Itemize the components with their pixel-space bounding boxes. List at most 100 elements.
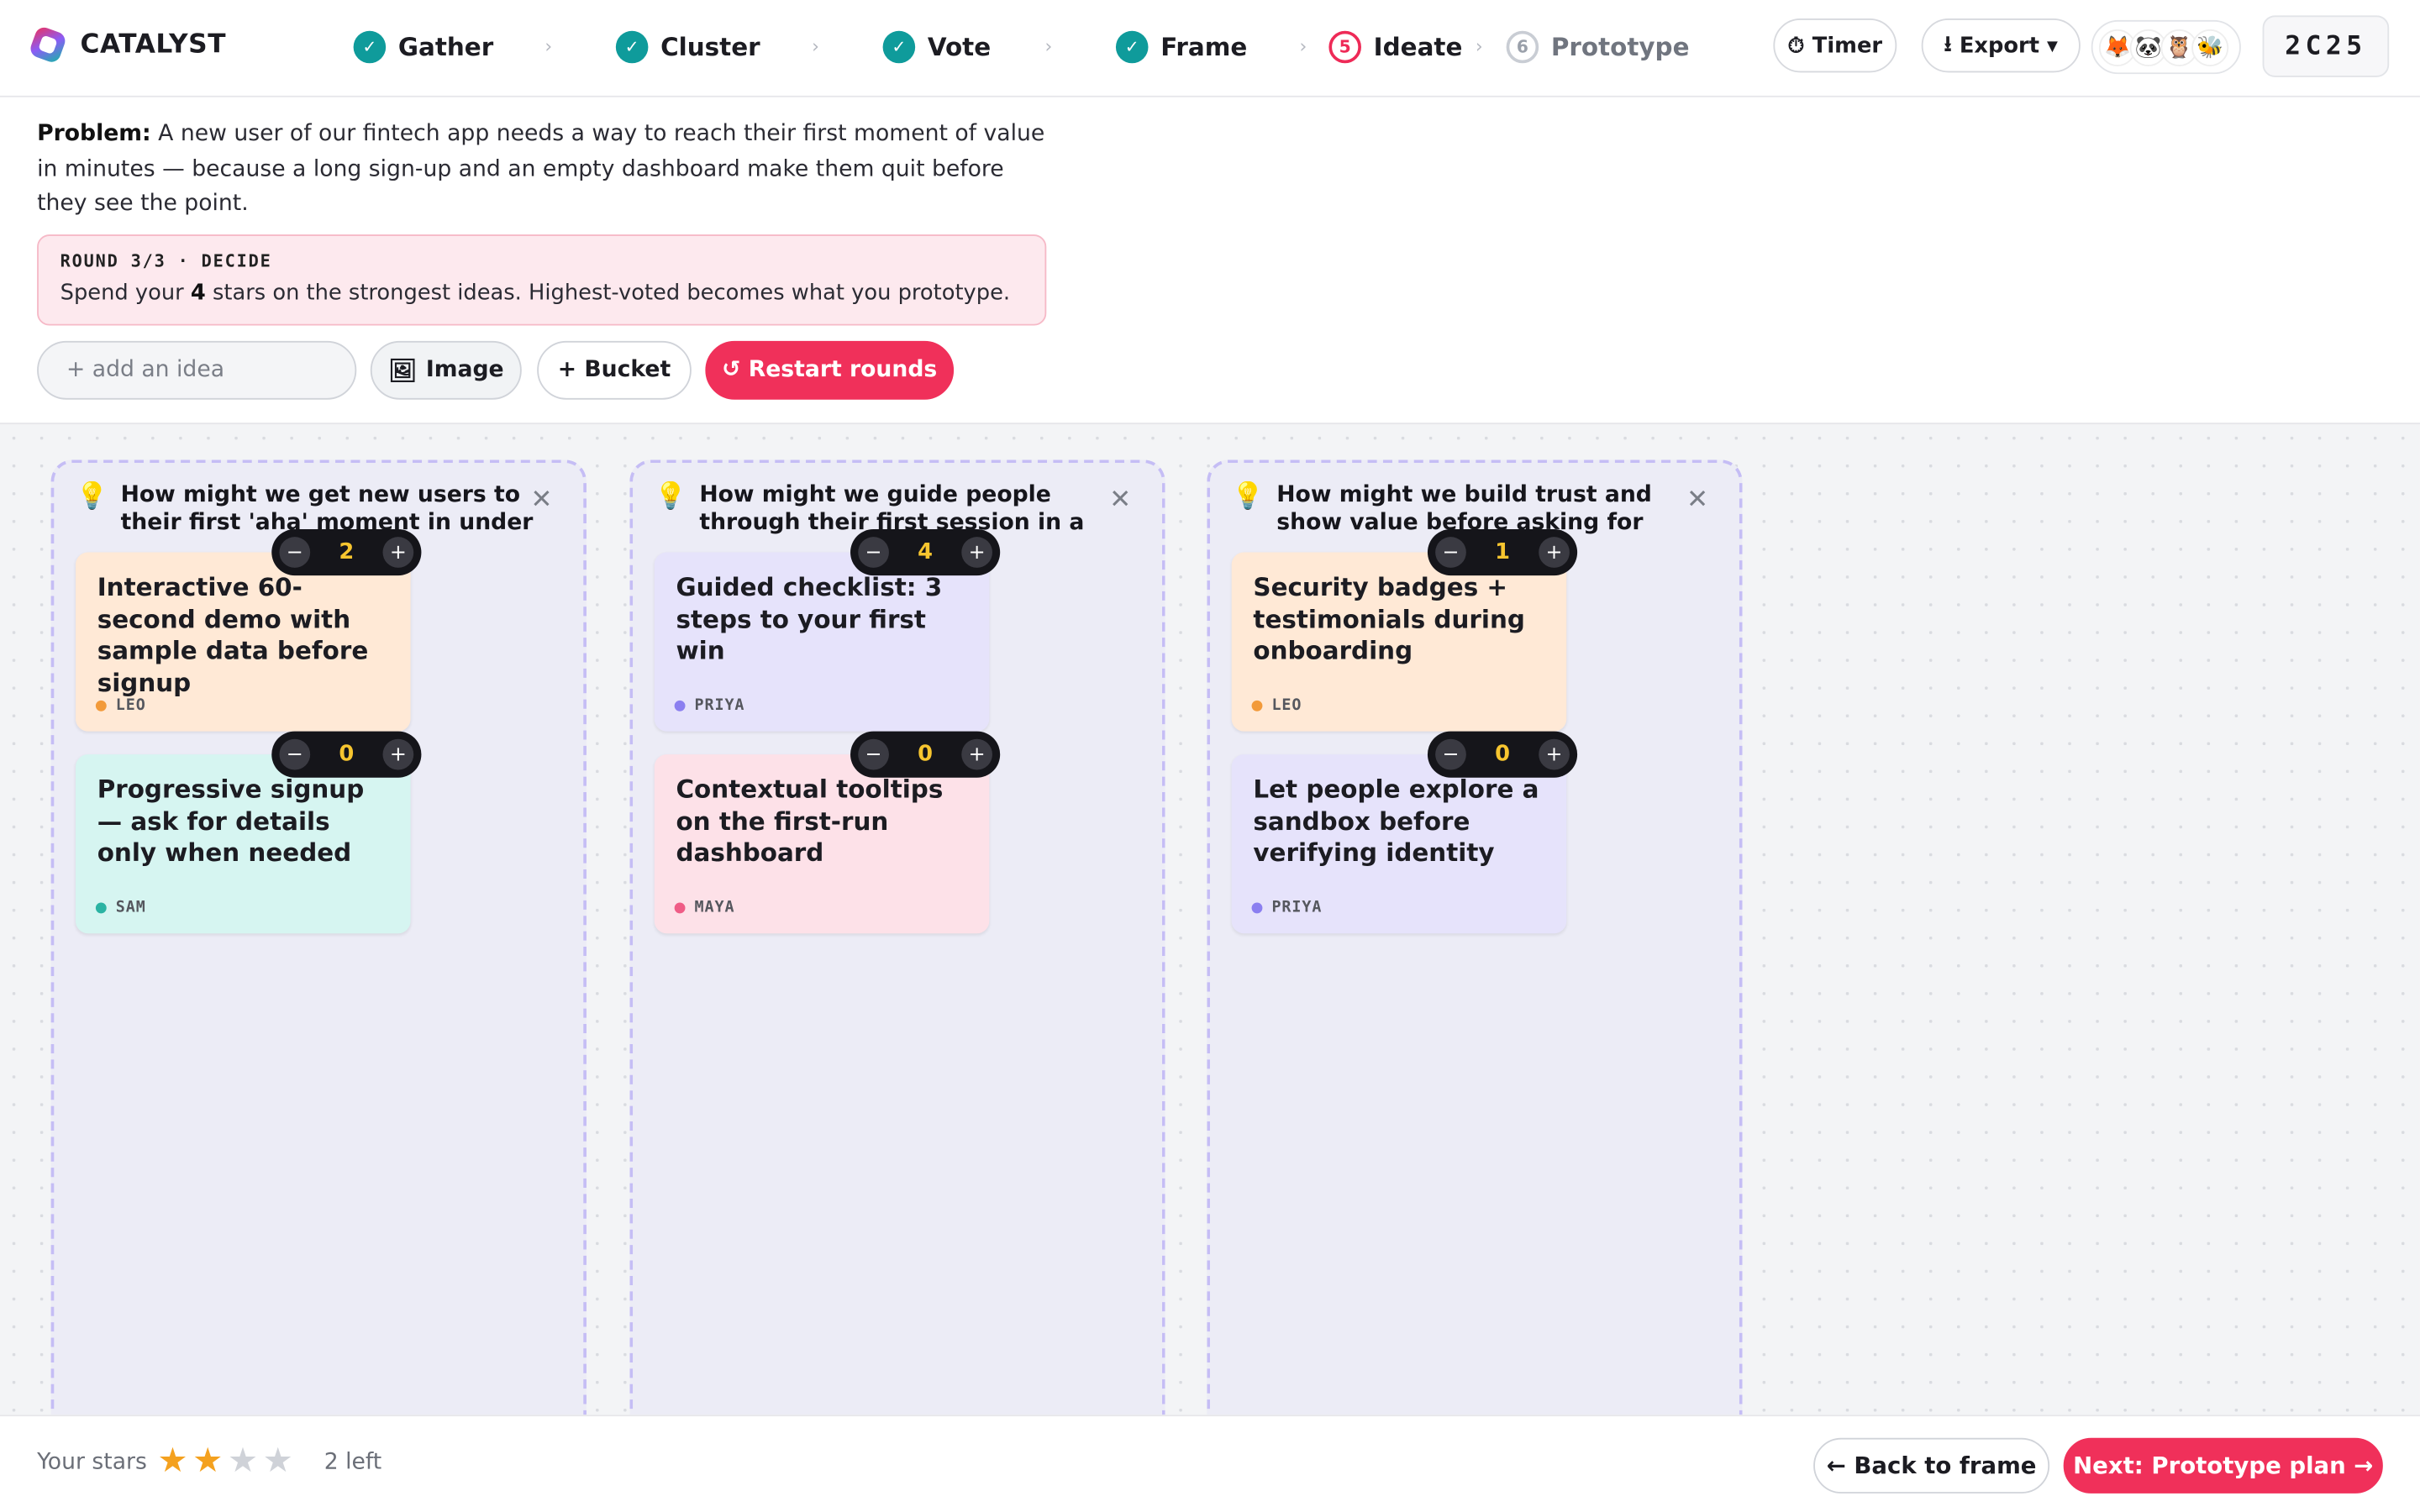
- author-dot: [674, 902, 686, 914]
- add-idea-input[interactable]: [37, 340, 357, 400]
- step-cluster[interactable]: ✓ Cluster: [615, 30, 760, 64]
- bucket-title[interactable]: How might we get new users to their firs…: [121, 481, 539, 534]
- bucket-header: 💡 How might we build trust and show valu…: [1232, 481, 1695, 533]
- card-author: LEO: [1251, 697, 1302, 714]
- minus-icon[interactable]: −: [1435, 537, 1466, 568]
- app-logo[interactable]: CATALYST: [28, 24, 226, 65]
- plus-icon[interactable]: +: [1539, 738, 1570, 770]
- step-vote[interactable]: ✓ Vote: [882, 30, 992, 64]
- stopwatch-icon: ⏱: [1787, 33, 1805, 58]
- app-name: CATALYST: [80, 29, 227, 60]
- step-label: Prototype: [1550, 32, 1690, 62]
- check-icon: ✓: [1115, 30, 1149, 64]
- step-label: Cluster: [660, 32, 760, 62]
- step-ideate[interactable]: 5 Ideate: [1328, 30, 1462, 64]
- author-dot: [95, 700, 107, 711]
- next-prototype-button[interactable]: Next: Prototype plan →: [2063, 1437, 2383, 1494]
- restart-rounds-button[interactable]: ↺ Restart rounds: [705, 340, 955, 400]
- download-icon: ⭳: [1944, 31, 1952, 57]
- back-to-frame-button[interactable]: ← Back to frame: [1813, 1437, 2050, 1494]
- plus-icon[interactable]: +: [382, 537, 414, 568]
- star-empty-icon: ★: [262, 1442, 293, 1482]
- timer-button[interactable]: ⏱ Timer: [1773, 18, 1897, 73]
- vote-stepper: − 4 +: [850, 528, 1001, 576]
- add-bucket-button[interactable]: + Bucket: [537, 340, 692, 400]
- card-author: MAYA: [674, 900, 735, 916]
- check-icon: ✓: [882, 30, 916, 64]
- bucket[interactable]: 💡 How might we get new users to their fi…: [50, 459, 587, 1415]
- minus-icon[interactable]: −: [279, 537, 311, 568]
- problem-text: A new user of our fintech app needs a wa…: [37, 122, 1045, 217]
- vote-stepper: − 2 +: [271, 528, 422, 576]
- vote-stepper: − 0 +: [850, 731, 1001, 778]
- bucket[interactable]: 💡 How might we build trust and show valu…: [1207, 459, 1743, 1415]
- idea-card[interactable]: Let people explore a sandbox before veri…: [1231, 754, 1567, 934]
- card-author: LEO: [95, 697, 146, 714]
- minus-icon[interactable]: −: [858, 537, 889, 568]
- participants-avatars[interactable]: 🦊 🐼 🦉 🐝: [2091, 19, 2241, 75]
- vote-count: 0: [339, 742, 355, 767]
- chevron-right-icon: ›: [812, 35, 819, 57]
- minus-icon[interactable]: −: [858, 738, 889, 770]
- vote-count: 0: [1495, 742, 1510, 767]
- plus-icon[interactable]: +: [961, 537, 992, 568]
- step-frame[interactable]: ✓ Frame: [1115, 30, 1248, 64]
- idea-text: Guided checklist: 3 steps to your first …: [676, 572, 943, 665]
- chevron-right-icon: ›: [1044, 35, 1053, 57]
- step-label: Gather: [397, 32, 494, 62]
- vote-count: 1: [1495, 539, 1510, 565]
- bucket-header: 💡 How might we guide people through thei…: [655, 481, 1118, 533]
- step-label: Frame: [1160, 32, 1248, 62]
- top-bar: CATALYST ✓ Gather › ✓ Cluster › ✓ Vote ›…: [0, 0, 2420, 97]
- author-dot: [674, 700, 686, 711]
- minus-icon[interactable]: −: [1435, 738, 1466, 770]
- step-prototype[interactable]: 6 Prototype: [1506, 30, 1690, 64]
- problem-label: Problem:: [37, 122, 151, 147]
- lightbulb-icon: 💡: [75, 481, 108, 512]
- step-label: Vote: [927, 32, 992, 62]
- idea-text: Security badges + testimonials during on…: [1253, 572, 1525, 665]
- author-dot: [1251, 700, 1263, 711]
- plus-icon[interactable]: +: [961, 738, 992, 770]
- close-icon[interactable]: ✕: [1686, 485, 1708, 516]
- idea-text: Let people explore a sandbox before veri…: [1253, 774, 1539, 868]
- close-icon[interactable]: ✕: [530, 485, 552, 516]
- vote-stepper: − 1 +: [1427, 528, 1578, 576]
- bucket-title[interactable]: How might we guide people through their …: [699, 481, 1117, 534]
- bucket[interactable]: 💡 How might we guide people through thei…: [629, 459, 1165, 1415]
- bottom-bar: Your stars ★ ★ ★ ★ 2 left ← Back to frame N…: [0, 1415, 2420, 1512]
- idea-card[interactable]: Contextual tooltips on the first-run das…: [654, 754, 990, 934]
- lightbulb-icon: 💡: [1231, 481, 1265, 512]
- plus-icon[interactable]: +: [1539, 537, 1570, 568]
- vote-stepper: − 0 +: [271, 731, 422, 778]
- vote-count: 2: [339, 539, 355, 565]
- bucket-header: 💡 How might we get new users to their fi…: [76, 481, 539, 533]
- bucket-title[interactable]: How might we build trust and show value …: [1276, 481, 1694, 534]
- idea-card[interactable]: Security badges + testimonials during on…: [1231, 552, 1567, 732]
- export-label: Export ▾: [1959, 33, 2058, 58]
- chevron-right-icon: ›: [1299, 35, 1307, 57]
- image-label: Image: [425, 358, 504, 383]
- author-dot: [1251, 902, 1263, 914]
- export-button[interactable]: ⭳ Export ▾: [1921, 18, 2081, 73]
- chevron-right-icon: ›: [1475, 35, 1483, 57]
- minus-icon[interactable]: −: [279, 738, 311, 770]
- check-icon: ✓: [615, 30, 649, 64]
- vote-count: 0: [918, 742, 934, 767]
- plus-icon[interactable]: +: [382, 738, 414, 770]
- round-title: ROUND 3/3 · DECIDE: [60, 251, 272, 272]
- catalyst-logo-icon: [28, 24, 68, 65]
- stars-label: Your stars: [37, 1450, 147, 1475]
- round-instructions: Spend your 4 stars on the strongest idea…: [60, 281, 1011, 306]
- add-image-button[interactable]: 🖼 Image: [370, 340, 522, 400]
- idea-card[interactable]: Interactive 60-second demo with sample d…: [75, 552, 411, 732]
- idea-card[interactable]: Progressive signup — ask for details onl…: [75, 754, 411, 934]
- room-code[interactable]: 2C25: [2262, 15, 2390, 77]
- idea-canvas[interactable]: 💡 How might we get new users to their fi…: [0, 423, 2420, 1415]
- idea-card[interactable]: Guided checklist: 3 steps to your first …: [654, 552, 990, 732]
- step-number: 6: [1506, 30, 1539, 64]
- close-icon[interactable]: ✕: [1109, 485, 1131, 516]
- card-author: PRIYA: [1251, 900, 1323, 916]
- step-gather[interactable]: ✓ Gather: [353, 30, 494, 64]
- step-number: 5: [1328, 30, 1361, 64]
